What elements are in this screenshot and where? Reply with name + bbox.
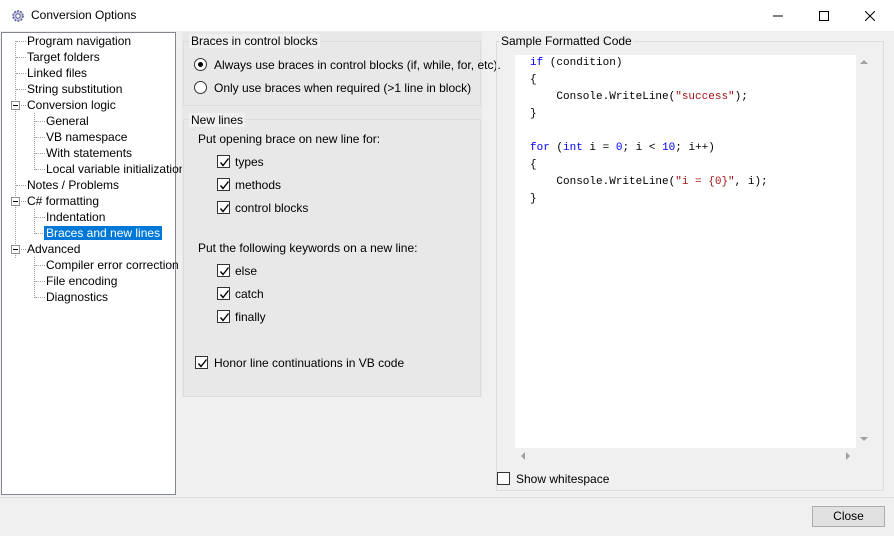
horizontal-scrollbar[interactable] <box>515 448 856 465</box>
close-button[interactable]: Close <box>812 506 885 527</box>
control-blocks-checkbox[interactable] <box>217 201 230 214</box>
tree-item-with-statements[interactable]: With statements <box>44 145 134 161</box>
tree-connector <box>34 209 35 234</box>
window-title: Conversion Options <box>31 8 137 22</box>
types-checkbox[interactable] <box>217 155 230 168</box>
opening-brace-heading: Put opening brace on new line for: <box>198 132 381 146</box>
scrollbar-corner <box>856 448 873 465</box>
required-braces-radio[interactable] <box>194 81 207 94</box>
else-checkbox[interactable] <box>217 264 230 277</box>
vertical-scrollbar[interactable] <box>856 55 873 448</box>
tree-item-target-folders[interactable]: Target folders <box>25 49 102 65</box>
code-line: { <box>530 159 537 171</box>
keywords-heading: Put the following keywords on a new line… <box>198 241 418 255</box>
braces-group-title: Braces in control blocks <box>189 34 320 48</box>
title-bar: Conversion Options <box>0 0 894 31</box>
else-label[interactable]: else <box>235 264 257 278</box>
tree-item-vb-namespace[interactable]: VB namespace <box>44 129 129 145</box>
honor-vb-label[interactable]: Honor line continuations in VB code <box>214 356 404 370</box>
collapse-toggle-icon[interactable] <box>11 197 20 206</box>
scroll-up-icon[interactable] <box>860 60 868 64</box>
tree-connector <box>34 257 35 298</box>
types-label[interactable]: types <box>235 155 264 169</box>
code-line: } <box>530 193 537 205</box>
gear-icon <box>10 8 26 24</box>
collapse-toggle-icon[interactable] <box>11 245 20 254</box>
honor-vb-checkbox[interactable] <box>195 356 208 369</box>
tree-item-advanced[interactable]: Advanced <box>25 241 82 257</box>
code-line: Console.WriteLine("i = {0}", i); <box>530 176 768 188</box>
code-line: { <box>530 74 537 86</box>
show-whitespace-label[interactable]: Show whitespace <box>516 472 609 486</box>
methods-checkbox[interactable] <box>217 178 230 191</box>
scroll-down-icon[interactable] <box>860 437 868 441</box>
always-braces-radio[interactable] <box>194 58 207 71</box>
control-blocks-label[interactable]: control blocks <box>235 201 308 215</box>
new-lines-group-title: New lines <box>189 113 246 127</box>
tree-item-string-substitution[interactable]: String substitution <box>25 81 124 97</box>
catch-label[interactable]: catch <box>235 287 264 301</box>
tree-item-notes-problems[interactable]: Notes / Problems <box>25 177 121 193</box>
methods-label[interactable]: methods <box>235 178 281 192</box>
tree-item-program-navigation[interactable]: Program navigation <box>25 33 133 49</box>
collapse-toggle-icon[interactable] <box>11 101 20 110</box>
code-preview[interactable]: if (condition) { Console.WriteLine("succ… <box>515 55 856 448</box>
minimize-button[interactable] <box>755 0 801 31</box>
tree-item-general[interactable]: General <box>44 113 91 129</box>
maximize-button[interactable] <box>801 0 847 31</box>
options-tree[interactable]: Program navigation Target folders Linked… <box>1 32 185 495</box>
tree-item-csharp-formatting[interactable]: C# formatting <box>25 193 101 209</box>
tree-item-local-variable-initialization[interactable]: Local variable initialization <box>44 161 187 177</box>
scroll-left-icon[interactable] <box>521 452 525 460</box>
tree-item-braces-and-new-lines[interactable]: Braces and new lines <box>44 225 163 241</box>
code-line: for (int i = 0; i < 10; i++) <box>530 142 715 154</box>
tree-item-indentation[interactable]: Indentation <box>44 209 107 225</box>
catch-checkbox[interactable] <box>217 287 230 300</box>
show-whitespace-checkbox[interactable] <box>497 472 510 485</box>
finally-label[interactable]: finally <box>235 310 266 324</box>
braces-group <box>183 41 481 106</box>
tree-item-conversion-logic[interactable]: Conversion logic <box>25 97 118 113</box>
tree-item-file-encoding[interactable]: File encoding <box>44 273 119 289</box>
finally-checkbox[interactable] <box>217 310 230 323</box>
code-line: } <box>530 108 537 120</box>
code-line: Console.WriteLine("success"); <box>530 91 748 103</box>
sample-code-title: Sample Formatted Code <box>499 34 634 48</box>
code-line: if (condition) <box>530 57 623 69</box>
scroll-right-icon[interactable] <box>846 452 850 460</box>
tree-item-diagnostics[interactable]: Diagnostics <box>44 289 110 305</box>
footer-separator <box>0 497 894 498</box>
required-braces-label[interactable]: Only use braces when required (>1 line i… <box>214 81 471 95</box>
tree-item-compiler-error-correction[interactable]: Compiler error correction <box>44 257 181 273</box>
tree-item-linked-files[interactable]: Linked files <box>25 65 89 81</box>
always-braces-label[interactable]: Always use braces in control blocks (if,… <box>214 58 501 72</box>
close-window-button[interactable] <box>847 0 893 31</box>
